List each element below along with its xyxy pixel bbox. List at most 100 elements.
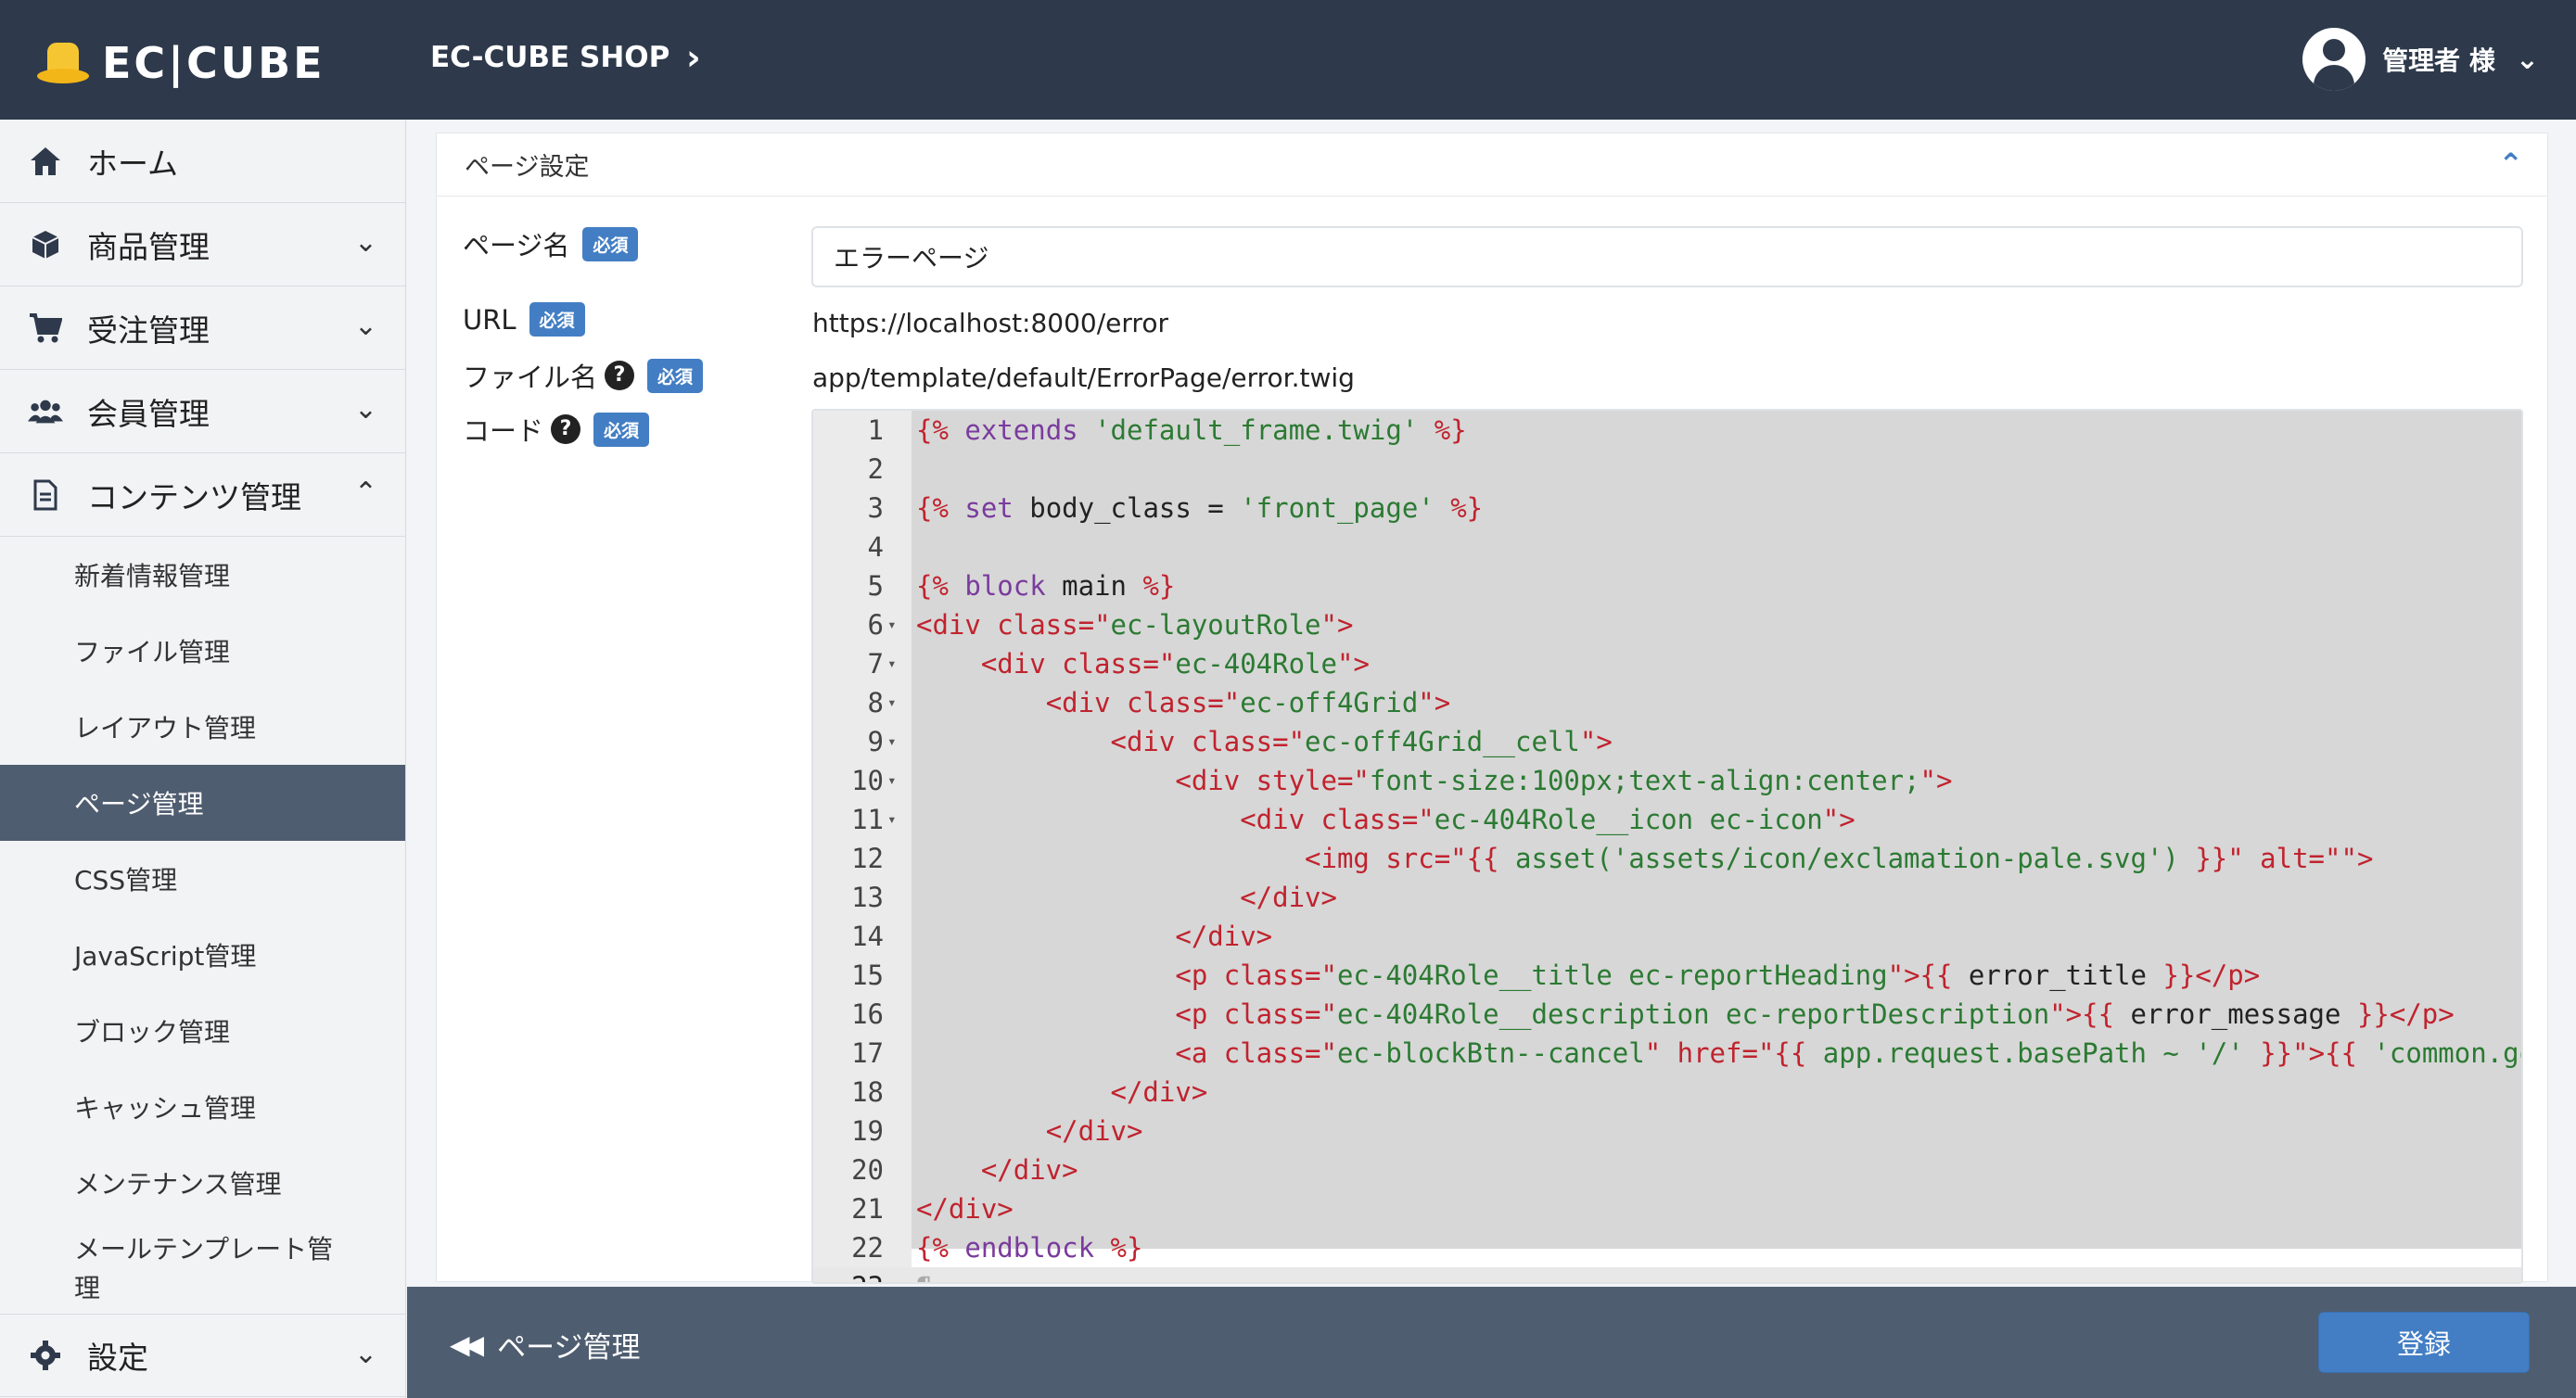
code-text: <div class="ec-layoutRole"> [916, 609, 1354, 641]
code-text: </div> [916, 1193, 1014, 1225]
code-line[interactable]: 18 </div> [813, 1073, 2521, 1112]
sidebar-subitem-cache[interactable]: キャッシュ管理 [0, 1069, 405, 1145]
code-line[interactable]: 22 {% endblock %} [813, 1228, 2521, 1267]
line-number: 7 [867, 648, 884, 680]
sidebar-subitem-label: キャッシュ管理 [74, 1093, 257, 1124]
line-number: 13 [851, 882, 884, 913]
chevron-down-icon: ⌄ [353, 226, 377, 259]
code-line[interactable]: 12 <img src="{{ asset('assets/icon/excla… [813, 839, 2521, 878]
page-settings-card: ページ設定 ⌃ ページ名 必須 エラーページ URL 必須 https://lo… [436, 133, 2548, 1284]
sidebar-item-products[interactable]: 商品管理 ⌄ [0, 203, 405, 286]
fold-toggle-icon[interactable]: ▾ [887, 800, 897, 839]
sidebar-subitem-layout[interactable]: レイアウト管理 [0, 689, 405, 765]
chevron-down-icon: ⌄ [353, 393, 377, 426]
register-button[interactable]: 登録 [2318, 1312, 2530, 1373]
chevron-down-icon: ⌄ [2515, 43, 2539, 76]
code-line[interactable]: 20 </div> [813, 1150, 2521, 1189]
fold-toggle-icon[interactable]: ▾ [887, 683, 897, 722]
code-line[interactable]: 14 </div> [813, 917, 2521, 956]
line-number: 4 [867, 531, 884, 563]
code-line[interactable]: 2 [813, 450, 2521, 489]
line-number: 3 [867, 492, 884, 524]
code-line[interactable]: 6 ▾ <div class="ec-layoutRole"> [813, 605, 2521, 644]
code-line[interactable]: 9 ▾ <div class="ec-off4Grid__cell"> [813, 722, 2521, 761]
sidebar-item-home[interactable]: ホーム [0, 120, 405, 203]
sidebar-subitem-label: ページ管理 [74, 789, 204, 820]
code-line[interactable]: 7 ▾ <div class="ec-404Role"> [813, 644, 2521, 683]
code-line[interactable]: 1 {% extends 'default_frame.twig' %} [813, 411, 2521, 450]
page-name-input[interactable]: エラーページ [811, 226, 2523, 287]
back-link-label: ページ管理 [497, 1331, 641, 1365]
line-number: 22 [851, 1232, 884, 1264]
code-editor[interactable]: 1 {% extends 'default_frame.twig' %} 2 3 {% … [811, 409, 2523, 1284]
bottom-action-bar: ◀◀ ページ管理 登録 [407, 1287, 2576, 1398]
ec-cube-logo[interactable]: EC|CUBE [37, 35, 325, 91]
card-title: ページ設定 [465, 153, 590, 182]
sidebar-subitem-blocks[interactable]: ブロック管理 [0, 993, 405, 1069]
label-text: コード [463, 415, 544, 447]
help-icon[interactable]: ? [551, 414, 581, 444]
fold-toggle-icon[interactable]: ▾ [887, 605, 897, 644]
code-text: ¶ [916, 1267, 932, 1282]
label-text: URL [463, 303, 516, 336]
chevron-up-icon[interactable]: ⌃ [2498, 146, 2523, 182]
sidebar-subitem-css[interactable]: CSS管理 [0, 841, 405, 917]
gear-icon [28, 1338, 63, 1373]
back-to-page-list-link[interactable]: ◀◀ ページ管理 [450, 1324, 640, 1366]
code-line[interactable]: 19 </div> [813, 1112, 2521, 1150]
code-line[interactable]: 13 </div> [813, 878, 2521, 917]
sidebar-subitem-mail-templates[interactable]: メールテンプレート管理 [0, 1221, 405, 1314]
required-badge: 必須 [529, 302, 585, 337]
code-text: <div class="ec-off4Grid__cell"> [1110, 726, 1613, 757]
sidebar-subitem-files[interactable]: ファイル管理 [0, 613, 405, 689]
shop-name-link[interactable]: EC-CUBE SHOP [430, 41, 670, 74]
code-text: </div> [1045, 1115, 1143, 1147]
code-line[interactable]: 17 <a class="ec-blockBtn--cancel" href="… [813, 1034, 2521, 1073]
line-number: 21 [851, 1193, 884, 1225]
users-icon [28, 394, 63, 429]
sidebar-item-settings[interactable]: 設定 ⌄ [0, 1314, 405, 1397]
line-number: 23 [813, 1267, 884, 1282]
sidebar: ホーム 商品管理 ⌄ 受注管理 ⌄ 会員管理 ⌄ コンテンツ管理 ⌃ 新着情報管… [0, 120, 406, 1398]
sidebar-item-orders[interactable]: 受注管理 ⌄ [0, 286, 405, 370]
chevron-right-icon[interactable]: › [686, 37, 701, 78]
code-text: {% block main %} [916, 570, 1176, 602]
chevron-down-icon: ⌄ [353, 310, 377, 342]
line-number: 11 [851, 804, 884, 835]
sidebar-subitem-pages[interactable]: ページ管理 [0, 765, 405, 841]
sidebar-subitem-maintenance[interactable]: メンテナンス管理 [0, 1145, 405, 1221]
user-menu[interactable]: 管理者 様 ⌄ [2302, 26, 2539, 93]
sidebar-subitem-label: ブロック管理 [74, 1017, 231, 1048]
chevron-down-icon: ⌄ [353, 1338, 377, 1370]
sidebar-subitem-javascript[interactable]: JavaScript管理 [0, 917, 405, 993]
sidebar-subitem-label: レイアウト管理 [74, 713, 257, 743]
code-line[interactable]: 4 [813, 527, 2521, 566]
code-line[interactable]: 23 ¶ [813, 1267, 2521, 1282]
required-badge: 必須 [647, 358, 704, 393]
card-header[interactable]: ページ設定 ⌃ [437, 133, 2547, 197]
fold-toggle-icon[interactable]: ▾ [887, 722, 897, 761]
sidebar-subitem-news[interactable]: 新着情報管理 [0, 537, 405, 613]
fold-toggle-icon[interactable]: ▾ [887, 644, 897, 683]
code-text: <img src="{{ asset('assets/icon/exclamat… [1305, 843, 2374, 874]
sidebar-item-content[interactable]: コンテンツ管理 ⌃ [0, 453, 405, 537]
code-line[interactable]: 15 <p class="ec-404Role__title ec-report… [813, 956, 2521, 995]
code-line[interactable]: 8 ▾ <div class="ec-off4Grid"> [813, 683, 2521, 722]
code-line[interactable]: 16 <p class="ec-404Role__description ec-… [813, 995, 2521, 1034]
sidebar-subitem-label: ファイル管理 [74, 637, 231, 667]
fold-toggle-icon[interactable]: ▾ [887, 761, 897, 800]
code-label: コード ? 必須 [463, 410, 650, 449]
sidebar-subitem-label: メンテナンス管理 [74, 1169, 282, 1200]
code-text: <a class="ec-blockBtn--cancel" href="{{ … [1175, 1037, 2521, 1069]
sidebar-item-members[interactable]: 会員管理 ⌄ [0, 370, 405, 453]
top-header: EC|CUBE EC-CUBE SHOP › 管理者 様 ⌄ [0, 0, 2576, 120]
code-line[interactable]: 21 </div> [813, 1189, 2521, 1228]
code-line[interactable]: 5 {% block main %} [813, 566, 2521, 605]
help-icon[interactable]: ? [605, 361, 635, 390]
sidebar-item-label: 設定 [87, 1340, 148, 1376]
code-line[interactable]: 10 ▾ <div style="font-size:100px;text-ali… [813, 761, 2521, 800]
file-name-label: ファイル名 ? 必須 [463, 356, 704, 395]
code-line[interactable]: 3 {% set body_class = 'front_page' %} [813, 489, 2521, 527]
line-number: 15 [851, 960, 884, 991]
code-line[interactable]: 11 ▾ <div class="ec-404Role__icon ec-icon… [813, 800, 2521, 839]
